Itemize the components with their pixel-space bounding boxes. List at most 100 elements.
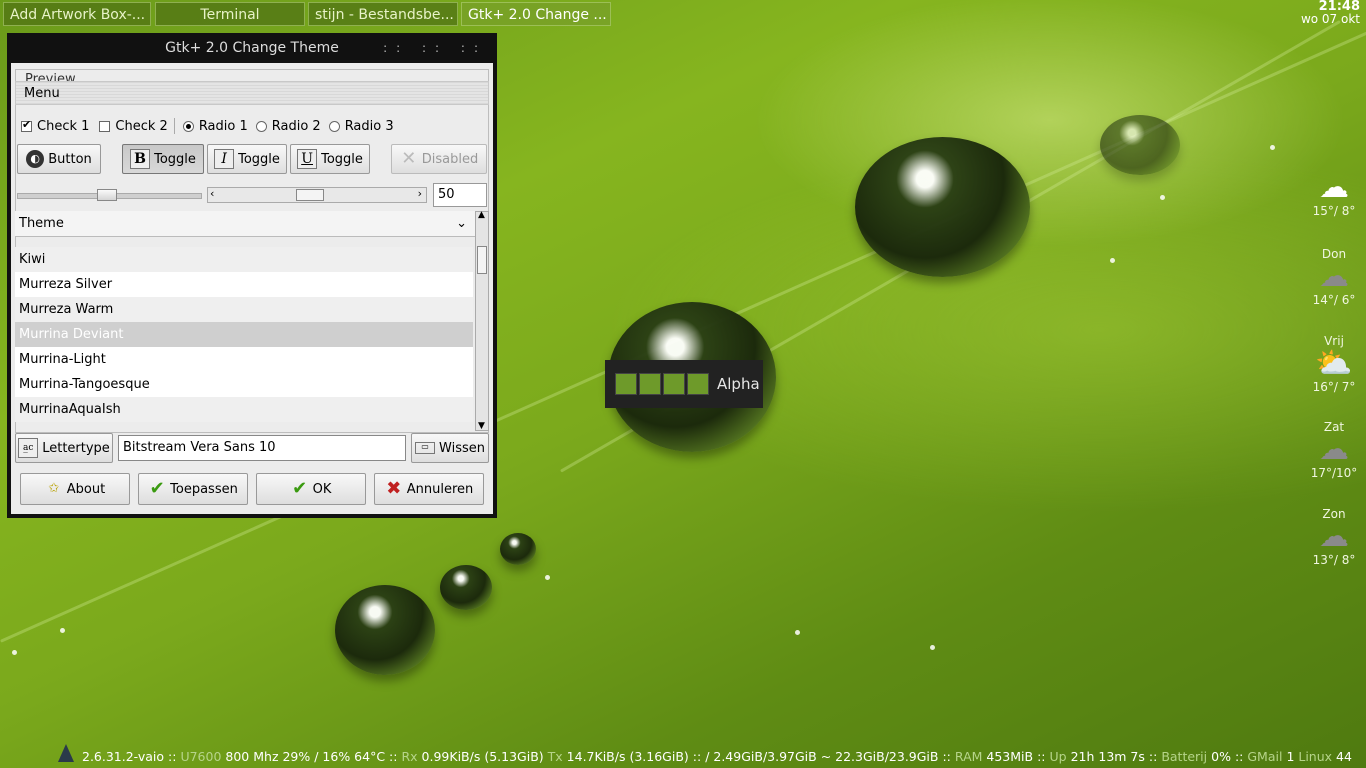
scroll-up-icon[interactable]: ▲ — [478, 210, 485, 220]
gmail-value: 1 — [1286, 749, 1295, 764]
apply-button[interactable]: ✔ Toepassen — [138, 473, 248, 505]
check-1-box[interactable] — [21, 118, 32, 132]
rain-icon: ☁ — [1319, 432, 1349, 467]
disabled-button: ✕ Disabled — [391, 144, 487, 174]
check-2-label[interactable]: Check 2 — [115, 119, 167, 134]
horizontal-scrollbar[interactable]: ‹ › — [207, 187, 427, 203]
scroll-thumb[interactable] — [477, 246, 487, 274]
list-item-selected[interactable]: Murrina Deviant — [15, 322, 473, 347]
clock: 21:48 wo 07 okt — [1301, 0, 1360, 26]
clear-button[interactable]: ▭ Wissen — [411, 433, 489, 463]
window-controls[interactable]: :: :: :: — [383, 33, 487, 63]
menubar[interactable]: Menu — [15, 81, 489, 105]
chevron-down-icon: ⌄ — [456, 216, 467, 231]
font-entry[interactable]: Bitstream Vera Sans 10 — [118, 435, 406, 461]
number-spinner[interactable]: 50 — [433, 183, 487, 207]
list-item[interactable]: Murreza Warm — [15, 297, 473, 322]
toggle-italic-button[interactable]: I Toggle — [207, 144, 287, 174]
star-icon: ✩ — [48, 481, 60, 496]
menu-item[interactable]: Menu — [24, 86, 60, 101]
ok-button-label: OK — [312, 481, 332, 497]
task-terminal[interactable]: Terminal — [155, 2, 305, 26]
weather-temp: 15°/ 8° — [1312, 204, 1356, 218]
clear-icon: ▭ — [415, 442, 436, 454]
scroll-thumb[interactable] — [296, 189, 324, 201]
close-icon: ✕ — [401, 148, 417, 169]
font-button[interactable]: a̲c Lettertype — [15, 433, 113, 463]
about-button[interactable]: ✩ About — [20, 473, 130, 505]
theme-column-header[interactable]: Theme ⌄ — [15, 211, 475, 237]
droplet — [930, 645, 935, 650]
list-item[interactable]: Murrina-Tangoesque — [15, 372, 473, 397]
window-title: Gtk+ 2.0 Change Theme — [165, 40, 339, 56]
water-drop — [1100, 115, 1180, 175]
font-icon: a̲c — [18, 438, 39, 458]
disk-value: / 2.49GiB/3.97GiB ~ 22.3GiB/23.9GiB — [705, 749, 939, 764]
cancel-button[interactable]: ✖ Annuleren — [374, 473, 484, 505]
check-radio-row: Check 1 Check 2 Radio 1 Radio 2 Radio 3 — [21, 117, 394, 135]
radio-2[interactable] — [255, 120, 267, 132]
alpha-label: Alpha — [717, 375, 760, 393]
weather-day: Vrij ⛅ 16°/ 7° — [1310, 334, 1358, 394]
droplet — [1110, 258, 1115, 263]
list-item[interactable]: Kiwi — [15, 247, 473, 272]
uptime-label: Up — [1049, 749, 1067, 764]
alpha-block — [639, 373, 661, 395]
slider-thumb[interactable] — [97, 189, 117, 201]
toggle-italic-label: Toggle — [238, 151, 280, 167]
theme-list[interactable]: Kiwi Murreza Silver Murreza Warm Murrina… — [15, 237, 473, 431]
weather-today: ☁ 15°/ 8° — [1310, 172, 1358, 219]
theme-header-label: Theme — [19, 216, 64, 231]
radio-1-label[interactable]: Radio 1 — [199, 119, 248, 134]
clear-button-label: Wissen — [439, 440, 485, 456]
disabled-label: Disabled — [421, 151, 479, 167]
water-drop — [440, 565, 492, 610]
weather-temp: 13°/ 8° — [1312, 553, 1356, 567]
ram-value: 453MiB — [986, 749, 1034, 764]
about-button-label: About — [66, 481, 106, 497]
droplet — [795, 630, 800, 635]
task-gtk-change-theme[interactable]: Gtk+ 2.0 Change ... — [461, 2, 611, 26]
gtk-change-theme-window: Gtk+ 2.0 Change Theme :: :: :: Preview M… — [7, 33, 497, 518]
vertical-scrollbar[interactable]: ▲ ▼ — [475, 210, 489, 431]
toggle-bold-button[interactable]: B Toggle — [122, 144, 204, 174]
status-separator: :: — [168, 749, 177, 764]
ok-button[interactable]: ✔ OK — [256, 473, 366, 505]
status-separator: :: — [692, 749, 702, 764]
radio-2-label[interactable]: Radio 2 — [272, 119, 321, 134]
cancel-button-label: Annuleren — [406, 481, 474, 497]
task-file-manager[interactable]: stijn - Bestandsbe... — [308, 2, 458, 26]
check-icon: ✔ — [292, 478, 308, 499]
scroll-right-icon[interactable]: › — [418, 187, 422, 200]
status-separator: :: — [1148, 749, 1158, 764]
check-2-box[interactable] — [99, 120, 111, 132]
water-drop — [855, 137, 1030, 277]
list-item[interactable]: Murreza Silver — [15, 272, 473, 297]
list-item[interactable] — [15, 237, 473, 247]
bold-icon: B — [130, 149, 151, 169]
list-item[interactable]: MurrinaAquaIsh — [15, 397, 473, 422]
rx-label: Rx — [401, 749, 418, 764]
radio-3-label[interactable]: Radio 3 — [345, 119, 394, 134]
italic-icon: I — [214, 149, 235, 169]
window-titlebar[interactable]: Gtk+ 2.0 Change Theme :: :: :: — [7, 33, 497, 63]
scroll-down-icon[interactable]: ▼ — [478, 421, 485, 431]
arch-logo-icon — [58, 744, 74, 762]
task-add-artwork[interactable]: Add Artwork Box-... — [3, 2, 151, 26]
radio-3[interactable] — [328, 120, 340, 132]
droplet — [1160, 195, 1165, 200]
rain-icon: ☁ — [1319, 519, 1349, 554]
list-item[interactable]: Murrina-Light — [15, 347, 473, 372]
droplet — [1270, 145, 1275, 150]
window-client: Preview Menu Check 1 Check 2 Radio 1 Rad… — [11, 63, 493, 514]
sun-cloud-icon: ⛅ — [1315, 346, 1353, 381]
radio-1[interactable] — [182, 120, 194, 132]
sample-button[interactable]: ◐ Button — [17, 144, 101, 174]
kernel-version: 2.6.31.2-vaio — [82, 749, 165, 764]
toggle-underline-button[interactable]: U Toggle — [290, 144, 370, 174]
scroll-left-icon[interactable]: ‹ — [210, 187, 214, 200]
linux-label: Linux — [1298, 749, 1333, 764]
check-1-label[interactable]: Check 1 — [37, 119, 89, 134]
alpha-block — [663, 373, 685, 395]
status-separator: :: — [389, 749, 398, 764]
